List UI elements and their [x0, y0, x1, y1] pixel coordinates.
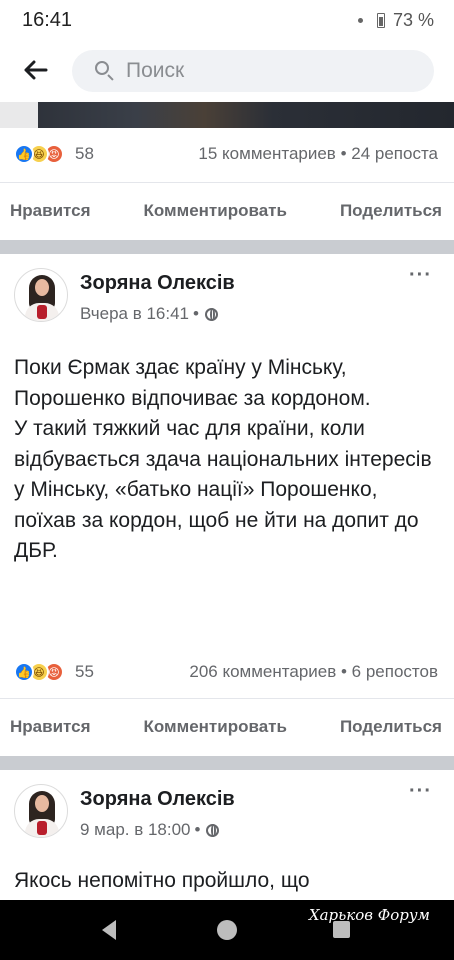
post-separator — [0, 240, 454, 254]
notification-dot-icon — [357, 18, 363, 23]
comment-button[interactable]: Комментировать — [144, 201, 287, 221]
comment-button[interactable]: Комментировать — [144, 717, 287, 737]
status-bar: 16:41 73 % — [0, 0, 454, 40]
battery-icon — [376, 13, 385, 28]
android-nav-bar: Харьков Форум — [0, 900, 454, 960]
more-dots-icon[interactable]: ··· — [409, 780, 432, 803]
post-text[interactable]: Поки Єрмак здає країну у Мінську, Пороше… — [14, 353, 442, 567]
share-button[interactable]: Поделиться — [340, 201, 442, 221]
like-button[interactable]: Нравится — [10, 717, 91, 737]
nav-back-icon[interactable] — [102, 920, 116, 940]
battery-level: 73 % — [392, 10, 434, 30]
watermark: Харьков Форум — [308, 906, 430, 924]
search-header — [0, 40, 454, 102]
search-icon — [94, 60, 116, 82]
post-header: Зоряна Олексів 9 мар. в 18:00 • ··· — [0, 778, 454, 852]
reactions-row[interactable]: 👍 😆 😡 55 206 комментариев • 6 репостов — [0, 652, 454, 692]
like-icon: 👍 — [14, 662, 34, 682]
globe-icon — [206, 823, 220, 837]
post-text[interactable]: Якось непомітно пройшло, що — [14, 866, 442, 897]
post-meta: 9 мар. в 18:00 • — [80, 820, 220, 840]
like-icon: 👍 — [14, 144, 34, 164]
reaction-count[interactable]: 58 — [75, 144, 94, 164]
like-button[interactable]: Нравится — [10, 201, 91, 221]
meta-dot: • — [193, 304, 199, 323]
reaction-icons: 👍 😆 😡 — [14, 144, 64, 164]
post-paragraph: Поки Єрмак здає країну у Мінську, Пороше… — [14, 356, 371, 410]
search-input[interactable] — [126, 59, 386, 83]
post-time[interactable]: Вчера в 16:41 — [80, 304, 189, 324]
meta-dot: • — [194, 820, 201, 839]
post-paragraph: Якось непомітно пройшло, що — [14, 869, 310, 892]
search-bar[interactable] — [72, 50, 434, 92]
author-name[interactable]: Зоряна Олексів — [80, 272, 235, 295]
nav-home-icon[interactable] — [217, 920, 237, 940]
reaction-count[interactable]: 55 — [75, 662, 94, 682]
reactions-row[interactable]: 👍 😆 😡 58 15 комментариев • 24 репоста — [0, 134, 454, 174]
status-indicators: 73 % — [357, 10, 434, 31]
share-button[interactable]: Поделиться — [340, 717, 442, 737]
more-dots-icon[interactable]: ··· — [409, 264, 432, 287]
arrow-left-icon[interactable] — [20, 54, 52, 86]
action-bar: Нравится Комментировать Поделиться — [0, 182, 454, 240]
action-bar: Нравится Комментировать Поделиться — [0, 698, 454, 756]
reaction-icons: 👍 😆 😡 — [14, 662, 64, 682]
post-paragraph: У такий тяжкий час для країни, коли відб… — [14, 417, 432, 562]
author-name[interactable]: Зоряна Олексів — [80, 788, 235, 811]
previous-post-image[interactable] — [0, 102, 454, 128]
post-time[interactable]: 9 мар. в 18:00 — [80, 820, 191, 840]
post-separator — [0, 756, 454, 770]
avatar[interactable] — [14, 784, 68, 838]
globe-icon — [204, 307, 218, 321]
post-meta: Вчера в 16:41 • — [80, 304, 218, 324]
post-header: Зоряна Олексів Вчера в 16:41 • ··· — [0, 262, 454, 336]
comments-shares-count[interactable]: 206 комментариев • 6 репостов — [189, 662, 438, 682]
status-time: 16:41 — [22, 9, 73, 31]
avatar[interactable] — [14, 268, 68, 322]
comments-shares-count[interactable]: 15 комментариев • 24 репоста — [198, 144, 438, 164]
